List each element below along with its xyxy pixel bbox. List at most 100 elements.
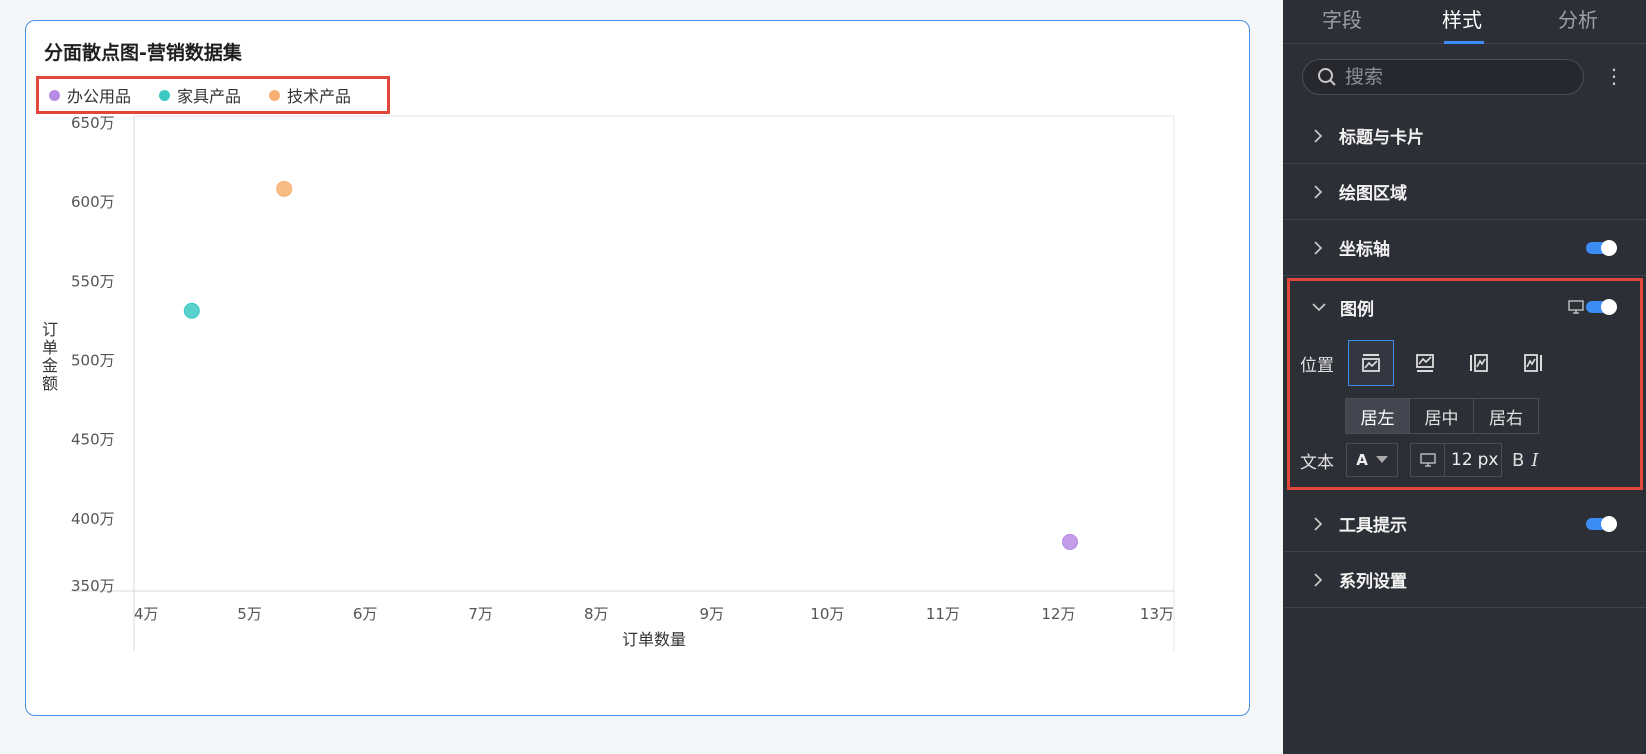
y-axis-title-char: 单 (42, 338, 58, 357)
chart-card: 650万 600万 550万 500万 450万 400万 350万 4万 5万 6万 7万 8万 9万… (25, 20, 1250, 716)
legend-item-office[interactable]: 办公用品 (49, 83, 131, 107)
legend-dot-tech (269, 89, 281, 101)
align-center-button[interactable]: 居中 (1410, 399, 1474, 433)
position-row: 位置 (1300, 340, 1564, 386)
legend-position-left-button[interactable] (1456, 340, 1502, 386)
legend-align-group: 居左 居中 居右 (1345, 398, 1539, 434)
font-size-unit: px (1477, 450, 1499, 470)
section-title-title-card: 标题与卡片 (1339, 128, 1424, 148)
chevron-down-icon (1312, 303, 1326, 312)
x-axis-title: 订单数量 (622, 630, 686, 649)
search-row: ⋮ (1283, 44, 1646, 108)
scatter-point (183, 302, 200, 319)
search-input[interactable] (1345, 66, 1565, 88)
lower-sections: 工具提示 系列设置 (1283, 496, 1646, 608)
chart-title: 分面散点图-营销数据集 (44, 42, 242, 64)
legend-top-icon (1362, 354, 1380, 372)
x-tick-label: 12万 (1041, 605, 1075, 623)
section-header-legend[interactable]: 图例 (1290, 281, 1640, 333)
y-axis-title-char: 金 (42, 356, 58, 375)
legend-toggle[interactable] (1586, 299, 1617, 315)
legend-label-furniture: 家具产品 (177, 87, 242, 106)
legend-position-top-button[interactable] (1348, 340, 1394, 386)
scatter-chart: 650万 600万 550万 500万 450万 400万 350万 4万 5万 6万 7万 8万 9万… (42, 114, 1175, 651)
search-icon (1318, 68, 1336, 86)
monitor-icon (1419, 453, 1436, 467)
chevron-right-icon (1314, 516, 1323, 531)
monitor-icon[interactable] (1568, 300, 1584, 314)
x-tick-label: 7万 (468, 605, 493, 623)
style-panel: 字段 样式 分析 ⋮ 标题与卡片 绘图区域 坐标轴 (1283, 0, 1646, 754)
y-axis-title-char: 额 (42, 374, 58, 393)
section-plot-area[interactable]: 绘图区域 (1283, 164, 1646, 220)
y-tick-label: 400万 (71, 510, 115, 528)
section-title-legend: 图例 (1340, 299, 1374, 320)
legend-dot-furniture (159, 89, 171, 101)
x-tick-label: 9万 (700, 605, 725, 623)
chart-legend: 办公用品 家具产品 技术产品 (36, 76, 390, 114)
legend-label-office: 办公用品 (67, 87, 132, 106)
font-size-control: 12 px (1410, 443, 1502, 477)
position-label: 位置 (1300, 355, 1334, 376)
scatter-point (276, 180, 293, 197)
bold-button[interactable]: B (1512, 450, 1524, 471)
legend-left-icon (1470, 354, 1488, 372)
tooltip-toggle[interactable] (1586, 515, 1617, 532)
section-tooltip[interactable]: 工具提示 (1283, 496, 1646, 552)
legend-dot-office (49, 89, 60, 101)
font-size-device-button[interactable] (1411, 444, 1445, 476)
x-tick-label: 4万 (134, 605, 159, 623)
align-row: 居左 居中 居右 (1345, 398, 1539, 434)
y-axis-title-char: 订 (42, 320, 58, 339)
y-tick-label: 500万 (71, 352, 115, 370)
section-axis[interactable]: 坐标轴 (1283, 220, 1646, 276)
x-tick-label: 6万 (353, 605, 378, 623)
x-tick-label: 10万 (810, 605, 844, 623)
font-color-letter: A (1356, 451, 1368, 469)
section-title-tooltip: 工具提示 (1339, 516, 1407, 536)
x-tick-label: 13万 (1140, 605, 1174, 623)
axis-toggle[interactable] (1586, 239, 1617, 256)
text-label: 文本 (1300, 452, 1334, 473)
font-color-picker[interactable]: A (1346, 443, 1398, 477)
chevron-right-icon (1314, 572, 1323, 587)
legend-right-icon (1524, 354, 1542, 372)
scatter-point (1062, 533, 1078, 550)
section-title-series: 系列设置 (1339, 572, 1407, 592)
section-title-card[interactable]: 标题与卡片 (1283, 108, 1646, 164)
legend-bottom-icon (1416, 354, 1434, 372)
caret-down-icon (1375, 456, 1388, 463)
section-legend: 图例 位置 居左 居中 居右 文本 A 12 px B I (1287, 278, 1643, 490)
chevron-right-icon (1314, 184, 1323, 199)
italic-button[interactable]: I (1531, 450, 1538, 471)
y-tick-label: 650万 (71, 114, 115, 132)
align-left-button[interactable]: 居左 (1346, 399, 1410, 433)
y-tick-label: 600万 (71, 193, 115, 211)
x-tick-label: 5万 (237, 605, 262, 623)
font-size-input[interactable]: 12 px (1445, 450, 1499, 470)
text-row: 文本 A 12 px B I (1300, 443, 1538, 477)
align-right-button[interactable]: 居右 (1474, 399, 1538, 433)
section-title-plot-area: 绘图区域 (1339, 184, 1407, 204)
y-tick-label: 350万 (71, 577, 115, 595)
section-title-axis: 坐标轴 (1339, 240, 1390, 260)
font-size-value: 12 (1451, 450, 1473, 470)
legend-position-bottom-button[interactable] (1402, 340, 1448, 386)
tab-fields[interactable]: 字段 (1322, 4, 1362, 33)
y-tick-label: 550万 (71, 272, 115, 290)
panel-tabs: 字段 样式 分析 (1283, 0, 1646, 44)
tab-analysis[interactable]: 分析 (1558, 4, 1598, 33)
tab-style[interactable]: 样式 (1442, 4, 1482, 33)
legend-label-tech: 技术产品 (287, 87, 352, 106)
x-tick-label: 8万 (584, 605, 609, 623)
section-series[interactable]: 系列设置 (1283, 552, 1646, 608)
chevron-right-icon (1314, 128, 1323, 143)
chevron-right-icon (1314, 240, 1323, 255)
x-tick-label: 11万 (926, 605, 960, 623)
legend-position-right-button[interactable] (1510, 340, 1556, 386)
legend-item-furniture[interactable]: 家具产品 (159, 83, 241, 107)
legend-item-tech[interactable]: 技术产品 (269, 83, 351, 107)
more-options-icon[interactable]: ⋮ (1604, 66, 1624, 86)
y-tick-label: 450万 (71, 431, 115, 449)
search-box[interactable] (1302, 59, 1584, 95)
